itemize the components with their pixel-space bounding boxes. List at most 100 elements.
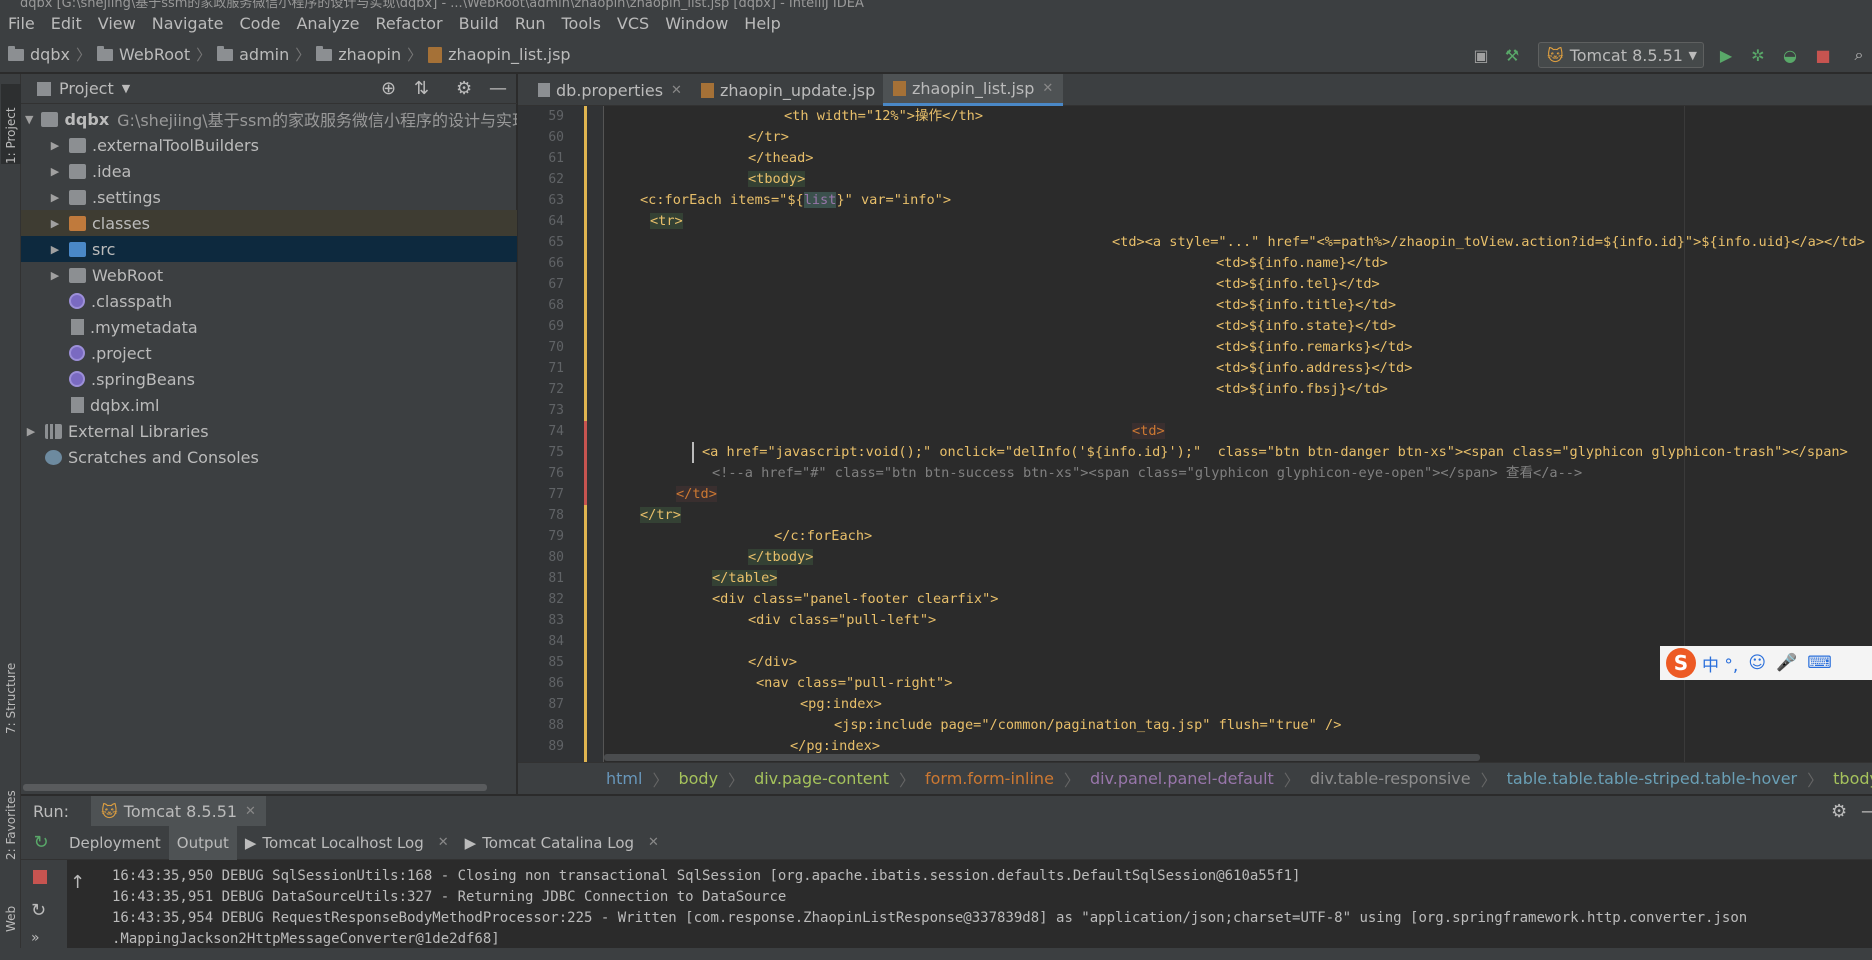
- run-config-tab[interactable]: 🐱 Tomcat 8.5.51 ✕: [91, 796, 266, 826]
- nav-crumb-webroot[interactable]: WebRoot 〉: [96, 44, 217, 65]
- tree-item-mymetadata[interactable]: .mymetadata: [21, 314, 517, 340]
- editor-horizontal-scrollbar[interactable]: [604, 754, 1480, 761]
- tree-item-springbeans[interactable]: .springBeans: [21, 366, 517, 392]
- collapsed-arrow-icon[interactable]: ▶: [49, 191, 61, 204]
- gear-icon[interactable]: ⚙: [1831, 801, 1847, 822]
- nav-crumb-zhaopin[interactable]: zhaopin 〉: [316, 44, 428, 65]
- close-icon[interactable]: ✕: [671, 83, 682, 98]
- line-number: 79: [548, 529, 564, 544]
- restart-icon[interactable]: ↻: [31, 900, 46, 921]
- menu-tools[interactable]: Tools: [554, 14, 609, 33]
- crumb-form[interactable]: form.form-inline: [925, 769, 1054, 788]
- tree-item-webroot[interactable]: ▶ WebRoot: [21, 262, 517, 288]
- tab-zhaopin-list[interactable]: zhaopin_list.jsp ✕: [883, 74, 1064, 106]
- line-number: 60: [548, 130, 564, 145]
- tree-item-external-libraries[interactable]: ▶ External Libraries: [21, 418, 517, 444]
- tab-tomcat-localhost-log[interactable]: ▶ Tomcat Localhost Log ✕: [237, 826, 457, 860]
- minimize-icon[interactable]: —: [489, 78, 507, 99]
- close-icon[interactable]: ✕: [648, 835, 659, 850]
- close-icon[interactable]: ✕: [438, 835, 449, 850]
- tree-item-settings[interactable]: ▶ .settings: [21, 184, 517, 210]
- ime-toolbar[interactable]: S 中 °, ☺ 🎤 ⌨: [1660, 646, 1872, 680]
- project-structure-icon[interactable]: ▣: [1472, 46, 1490, 65]
- collapsed-arrow-icon[interactable]: ▶: [49, 217, 61, 230]
- chevron-down-icon[interactable]: ▼: [122, 82, 130, 95]
- crumb-div-table-responsive[interactable]: div.table-responsive: [1310, 769, 1471, 788]
- crumb-div-panel[interactable]: div.panel.panel-default: [1090, 769, 1274, 788]
- crumb-tbody[interactable]: tbody: [1833, 769, 1872, 788]
- horizontal-scrollbar[interactable]: [23, 784, 487, 791]
- menu-build[interactable]: Build: [451, 14, 507, 33]
- menu-vcs[interactable]: VCS: [609, 14, 657, 33]
- menu-refactor[interactable]: Refactor: [368, 14, 451, 33]
- menu-view[interactable]: View: [90, 14, 144, 33]
- tree-item-src[interactable]: ▶ src: [21, 236, 517, 262]
- coverage-shield-icon[interactable]: ◒: [1781, 46, 1799, 65]
- more-icon[interactable]: »: [31, 930, 40, 946]
- gear-icon[interactable]: ⚙: [456, 78, 472, 99]
- collapsed-arrow-icon[interactable]: ▶: [49, 139, 61, 152]
- project-panel-title[interactable]: Project: [59, 79, 114, 98]
- crumb-html[interactable]: html: [606, 769, 642, 788]
- run-config-selector[interactable]: 🐱 Tomcat 8.5.51 ▼: [1538, 42, 1704, 68]
- crumb-body[interactable]: body: [678, 769, 718, 788]
- tree-item-classes[interactable]: ▶ classes: [21, 210, 517, 236]
- collapsed-arrow-icon[interactable]: ▶: [49, 269, 61, 282]
- tree-item-classpath[interactable]: .classpath: [21, 288, 517, 314]
- collapse-all-icon[interactable]: ⇅: [414, 78, 429, 99]
- console-output[interactable]: ↑ 16:43:35,950 DEBUG SqlSessionUtils:168…: [68, 860, 1872, 960]
- code-line-59: <th width="12%">操作</th>: [784, 106, 983, 127]
- tab-deployment[interactable]: Deployment: [61, 826, 169, 860]
- tree-item-idea[interactable]: ▶ .idea: [21, 158, 517, 184]
- crumb-table[interactable]: table.table.table-striped.table-hover: [1507, 769, 1798, 788]
- close-icon[interactable]: ✕: [1042, 81, 1053, 96]
- tree-root-dqbx[interactable]: ▼ dqbx G:\shejiing\基于ssm的家政服务微信小程序的设计与实现\d…: [21, 106, 517, 132]
- code-text: <jsp:include page="/common/pagination_ta…: [834, 717, 1342, 733]
- keyboard-icon[interactable]: ⌨: [1807, 653, 1832, 673]
- nav-crumb-admin[interactable]: admin 〉: [217, 44, 316, 65]
- search-icon[interactable]: ⌕: [1850, 45, 1868, 64]
- stop-icon[interactable]: ■: [1814, 46, 1832, 65]
- menu-help[interactable]: Help: [736, 14, 788, 33]
- scroll-up-icon[interactable]: ↑: [70, 872, 85, 893]
- tab-db-properties[interactable]: db.properties ✕: [528, 74, 692, 106]
- collapsed-arrow-icon[interactable]: ▶: [25, 425, 37, 438]
- tree-item-dqbx-iml[interactable]: dqbx.iml: [21, 392, 517, 418]
- emoji-icon[interactable]: ☺: [1748, 653, 1766, 673]
- project-tool-tab[interactable]: 1: Project: [1, 84, 21, 164]
- menu-window[interactable]: Window: [657, 14, 736, 33]
- favorites-tool-tab[interactable]: 2: Favorites: [1, 760, 21, 860]
- menu-navigate[interactable]: Navigate: [144, 14, 232, 33]
- tab-zhaopin-update[interactable]: zhaopin_update.jsp✕: [691, 74, 904, 106]
- menu-code[interactable]: Code: [232, 14, 289, 33]
- build-hammer-icon[interactable]: ⚒: [1503, 46, 1521, 65]
- menu-analyze[interactable]: Analyze: [288, 14, 367, 33]
- debug-bug-icon[interactable]: ✲: [1749, 46, 1767, 65]
- rerun-icon[interactable]: ↻: [21, 832, 61, 853]
- tab-tomcat-catalina-log[interactable]: ▶ Tomcat Catalina Log ✕: [457, 826, 667, 860]
- stop-icon[interactable]: [33, 870, 47, 884]
- menu-run[interactable]: Run: [507, 14, 554, 33]
- ime-logo-icon: S: [1666, 648, 1696, 678]
- nav-crumb-project[interactable]: dqbx 〉: [8, 44, 97, 65]
- menu-edit[interactable]: Edit: [43, 14, 90, 33]
- tab-output[interactable]: Output: [168, 825, 237, 860]
- menu-file[interactable]: File: [0, 14, 43, 33]
- structure-tool-tab[interactable]: 7: Structure: [1, 634, 21, 734]
- collapsed-arrow-icon[interactable]: ▶: [49, 243, 61, 256]
- crumb-div-page-content[interactable]: div.page-content: [754, 769, 889, 788]
- tree-item-project[interactable]: .project: [21, 340, 517, 366]
- excluded-folder-icon: [69, 215, 86, 231]
- tree-item-scratches[interactable]: Scratches and Consoles: [21, 444, 517, 470]
- close-icon[interactable]: ✕: [245, 804, 256, 819]
- tree-item-externaltoolbuilders[interactable]: ▶ .externalToolBuilders: [21, 132, 517, 158]
- run-icon[interactable]: ▶: [1717, 46, 1735, 65]
- properties-file-icon: [538, 83, 550, 97]
- web-tool-tab[interactable]: Web: [1, 882, 21, 932]
- minimize-icon[interactable]: —: [1861, 801, 1872, 822]
- locate-crosshair-icon[interactable]: ⊕: [381, 78, 396, 99]
- expanded-arrow-icon[interactable]: ▼: [25, 113, 33, 126]
- microphone-icon[interactable]: 🎤: [1776, 653, 1797, 673]
- nav-crumb-file[interactable]: zhaopin_list.jsp: [428, 45, 571, 64]
- collapsed-arrow-icon[interactable]: ▶: [49, 165, 61, 178]
